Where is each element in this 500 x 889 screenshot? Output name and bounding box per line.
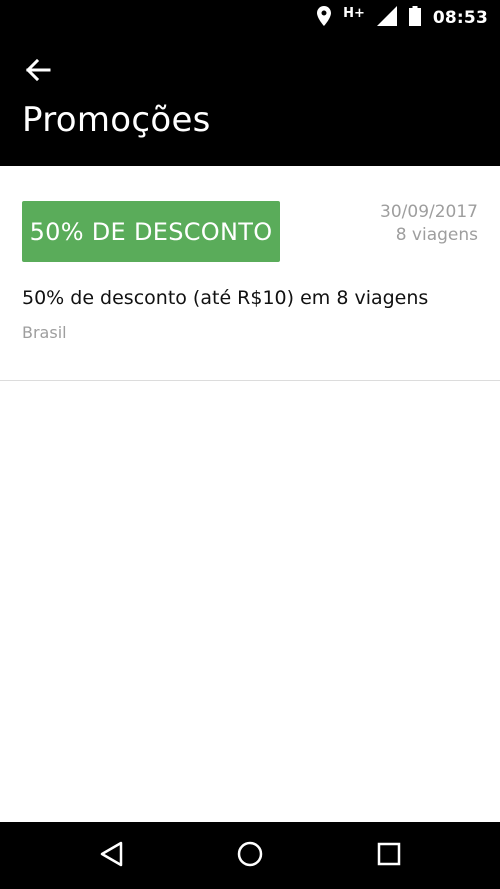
promotion-trip-count: 8 viagens <box>395 225 478 245</box>
page-title: Promoções <box>22 100 211 140</box>
nav-home-button[interactable] <box>230 836 270 876</box>
network-type-label: H+ <box>343 5 365 21</box>
status-bar: H+ 08:53 <box>0 0 500 36</box>
promotion-card[interactable]: 50% DE DESCONTO 30/09/2017 8 viagens 50%… <box>0 166 500 381</box>
nav-back-button[interactable] <box>92 836 132 876</box>
signal-icon <box>376 6 397 30</box>
promotion-meta: 30/09/2017 8 viagens <box>380 201 478 247</box>
battery-icon <box>408 6 421 30</box>
system-nav-bar <box>0 822 500 889</box>
status-icons: H+ 08:53 <box>317 0 488 36</box>
location-icon <box>317 6 332 30</box>
promotion-description: 50% de desconto (até R$10) em 8 viagens <box>22 287 429 309</box>
app-bar: Promoções <box>0 36 500 166</box>
promotion-badge: 50% DE DESCONTO <box>22 201 280 262</box>
back-button[interactable] <box>16 52 60 92</box>
back-triangle-icon <box>99 841 125 871</box>
arrow-left-icon <box>25 57 51 87</box>
status-time: 08:53 <box>432 8 488 28</box>
nav-recents-button[interactable] <box>369 836 409 876</box>
home-circle-icon <box>236 840 264 872</box>
promotion-expiry-date: 30/09/2017 <box>380 202 478 222</box>
promotion-region: Brasil <box>22 323 67 342</box>
recents-square-icon <box>377 842 401 870</box>
